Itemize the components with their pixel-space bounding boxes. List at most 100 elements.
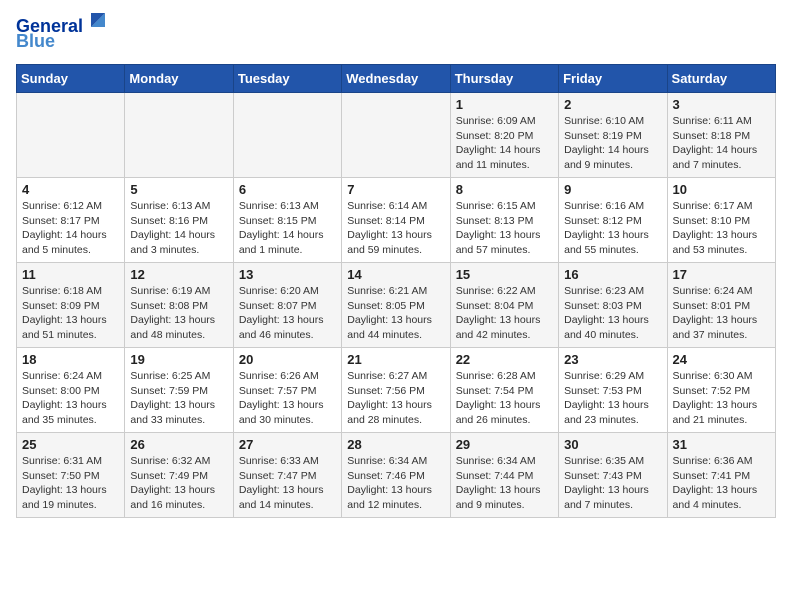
calendar-weekday-friday: Friday — [559, 65, 667, 93]
day-number: 4 — [22, 182, 119, 197]
day-info: Sunrise: 6:21 AM Sunset: 8:05 PM Dayligh… — [347, 284, 444, 343]
calendar-cell: 11 Sunrise: 6:18 AM Sunset: 8:09 PM Dayli… — [17, 263, 125, 348]
day-number: 28 — [347, 437, 444, 452]
calendar-cell: 24 Sunrise: 6:30 AM Sunset: 7:52 PM Dayli… — [667, 348, 775, 433]
day-info: Sunrise: 6:10 AM Sunset: 8:19 PM Dayligh… — [564, 114, 661, 173]
day-number: 26 — [130, 437, 227, 452]
day-info: Sunrise: 6:20 AM Sunset: 8:07 PM Dayligh… — [239, 284, 336, 343]
day-number: 19 — [130, 352, 227, 367]
calendar-cell: 4 Sunrise: 6:12 AM Sunset: 8:17 PM Daylig… — [17, 178, 125, 263]
day-number: 2 — [564, 97, 661, 112]
calendar-cell: 2 Sunrise: 6:10 AM Sunset: 8:19 PM Daylig… — [559, 93, 667, 178]
calendar-cell: 20 Sunrise: 6:26 AM Sunset: 7:57 PM Dayli… — [233, 348, 341, 433]
day-number: 16 — [564, 267, 661, 282]
day-info: Sunrise: 6:23 AM Sunset: 8:03 PM Dayligh… — [564, 284, 661, 343]
calendar-weekday-sunday: Sunday — [17, 65, 125, 93]
calendar-weekday-tuesday: Tuesday — [233, 65, 341, 93]
day-number: 7 — [347, 182, 444, 197]
day-info: Sunrise: 6:25 AM Sunset: 7:59 PM Dayligh… — [130, 369, 227, 428]
day-number: 18 — [22, 352, 119, 367]
calendar-week-row: 1Sunrise: 6:09 AM Sunset: 8:20 PM Daylig… — [17, 93, 776, 178]
day-number: 15 — [456, 267, 553, 282]
day-number: 9 — [564, 182, 661, 197]
day-info: Sunrise: 6:30 AM Sunset: 7:52 PM Dayligh… — [673, 369, 770, 428]
calendar-cell: 14 Sunrise: 6:21 AM Sunset: 8:05 PM Dayli… — [342, 263, 450, 348]
day-number: 14 — [347, 267, 444, 282]
calendar-week-row: 4 Sunrise: 6:12 AM Sunset: 8:17 PM Daylig… — [17, 178, 776, 263]
day-number: 20 — [239, 352, 336, 367]
day-info: Sunrise: 6:35 AM Sunset: 7:43 PM Dayligh… — [564, 454, 661, 513]
calendar-cell: 16 Sunrise: 6:23 AM Sunset: 8:03 PM Dayli… — [559, 263, 667, 348]
day-info: Sunrise: 6:34 AM Sunset: 7:46 PM Dayligh… — [347, 454, 444, 513]
page-header: General Blue — [16, 16, 776, 52]
day-info: Sunrise: 6:14 AM Sunset: 8:14 PM Dayligh… — [347, 199, 444, 258]
day-number: 6 — [239, 182, 336, 197]
calendar-cell: 26Sunrise: 6:32 AM Sunset: 7:49 PM Dayli… — [125, 433, 233, 518]
calendar-weekday-monday: Monday — [125, 65, 233, 93]
calendar-cell: 3 Sunrise: 6:11 AM Sunset: 8:18 PM Daylig… — [667, 93, 775, 178]
day-info: Sunrise: 6:24 AM Sunset: 8:00 PM Dayligh… — [22, 369, 119, 428]
calendar-cell: 12 Sunrise: 6:19 AM Sunset: 8:08 PM Dayli… — [125, 263, 233, 348]
calendar-cell: 13 Sunrise: 6:20 AM Sunset: 8:07 PM Dayli… — [233, 263, 341, 348]
calendar-cell: 18 Sunrise: 6:24 AM Sunset: 8:00 PM Dayli… — [17, 348, 125, 433]
day-info: Sunrise: 6:11 AM Sunset: 8:18 PM Dayligh… — [673, 114, 770, 173]
calendar-cell: 6Sunrise: 6:13 AM Sunset: 8:15 PM Daylig… — [233, 178, 341, 263]
day-info: Sunrise: 6:33 AM Sunset: 7:47 PM Dayligh… — [239, 454, 336, 513]
calendar-cell: 1Sunrise: 6:09 AM Sunset: 8:20 PM Daylig… — [450, 93, 558, 178]
calendar-header-row: SundayMondayTuesdayWednesdayThursdayFrid… — [17, 65, 776, 93]
day-info: Sunrise: 6:17 AM Sunset: 8:10 PM Dayligh… — [673, 199, 770, 258]
calendar-cell — [17, 93, 125, 178]
day-number: 21 — [347, 352, 444, 367]
calendar-cell: 31 Sunrise: 6:36 AM Sunset: 7:41 PM Dayli… — [667, 433, 775, 518]
day-number: 13 — [239, 267, 336, 282]
day-number: 23 — [564, 352, 661, 367]
calendar-table: SundayMondayTuesdayWednesdayThursdayFrid… — [16, 64, 776, 518]
day-info: Sunrise: 6:18 AM Sunset: 8:09 PM Dayligh… — [22, 284, 119, 343]
day-number: 5 — [130, 182, 227, 197]
day-number: 24 — [673, 352, 770, 367]
day-number: 12 — [130, 267, 227, 282]
calendar-cell: 22 Sunrise: 6:28 AM Sunset: 7:54 PM Dayli… — [450, 348, 558, 433]
day-info: Sunrise: 6:24 AM Sunset: 8:01 PM Dayligh… — [673, 284, 770, 343]
calendar-weekday-wednesday: Wednesday — [342, 65, 450, 93]
day-info: Sunrise: 6:16 AM Sunset: 8:12 PM Dayligh… — [564, 199, 661, 258]
day-number: 17 — [673, 267, 770, 282]
day-number: 22 — [456, 352, 553, 367]
logo-icon — [87, 9, 109, 31]
day-number: 29 — [456, 437, 553, 452]
day-info: Sunrise: 6:13 AM Sunset: 8:16 PM Dayligh… — [130, 199, 227, 258]
day-number: 10 — [673, 182, 770, 197]
calendar-cell: 23 Sunrise: 6:29 AM Sunset: 7:53 PM Dayli… — [559, 348, 667, 433]
day-info: Sunrise: 6:27 AM Sunset: 7:56 PM Dayligh… — [347, 369, 444, 428]
day-info: Sunrise: 6:12 AM Sunset: 8:17 PM Dayligh… — [22, 199, 119, 258]
calendar-cell: 30 Sunrise: 6:35 AM Sunset: 7:43 PM Dayli… — [559, 433, 667, 518]
day-info: Sunrise: 6:19 AM Sunset: 8:08 PM Dayligh… — [130, 284, 227, 343]
day-number: 8 — [456, 182, 553, 197]
day-info: Sunrise: 6:29 AM Sunset: 7:53 PM Dayligh… — [564, 369, 661, 428]
day-info: Sunrise: 6:26 AM Sunset: 7:57 PM Dayligh… — [239, 369, 336, 428]
calendar-cell: 21 Sunrise: 6:27 AM Sunset: 7:56 PM Dayli… — [342, 348, 450, 433]
calendar-cell — [342, 93, 450, 178]
calendar-week-row: 11 Sunrise: 6:18 AM Sunset: 8:09 PM Dayli… — [17, 263, 776, 348]
day-info: Sunrise: 6:09 AM Sunset: 8:20 PM Dayligh… — [456, 114, 553, 173]
calendar-cell: 8 Sunrise: 6:15 AM Sunset: 8:13 PM Daylig… — [450, 178, 558, 263]
day-info: Sunrise: 6:34 AM Sunset: 7:44 PM Dayligh… — [456, 454, 553, 513]
day-number: 31 — [673, 437, 770, 452]
calendar-cell: 25 Sunrise: 6:31 AM Sunset: 7:50 PM Dayli… — [17, 433, 125, 518]
day-number: 3 — [673, 97, 770, 112]
day-number: 11 — [22, 267, 119, 282]
day-info: Sunrise: 6:28 AM Sunset: 7:54 PM Dayligh… — [456, 369, 553, 428]
logo: General Blue — [16, 16, 109, 52]
calendar-weekday-saturday: Saturday — [667, 65, 775, 93]
day-info: Sunrise: 6:36 AM Sunset: 7:41 PM Dayligh… — [673, 454, 770, 513]
calendar-cell — [125, 93, 233, 178]
calendar-cell: 15Sunrise: 6:22 AM Sunset: 8:04 PM Dayli… — [450, 263, 558, 348]
day-number: 30 — [564, 437, 661, 452]
calendar-weekday-thursday: Thursday — [450, 65, 558, 93]
calendar-week-row: 25 Sunrise: 6:31 AM Sunset: 7:50 PM Dayli… — [17, 433, 776, 518]
calendar-cell: 5 Sunrise: 6:13 AM Sunset: 8:16 PM Daylig… — [125, 178, 233, 263]
calendar-cell: 29 Sunrise: 6:34 AM Sunset: 7:44 PM Dayli… — [450, 433, 558, 518]
day-info: Sunrise: 6:31 AM Sunset: 7:50 PM Dayligh… — [22, 454, 119, 513]
day-number: 25 — [22, 437, 119, 452]
day-info: Sunrise: 6:15 AM Sunset: 8:13 PM Dayligh… — [456, 199, 553, 258]
